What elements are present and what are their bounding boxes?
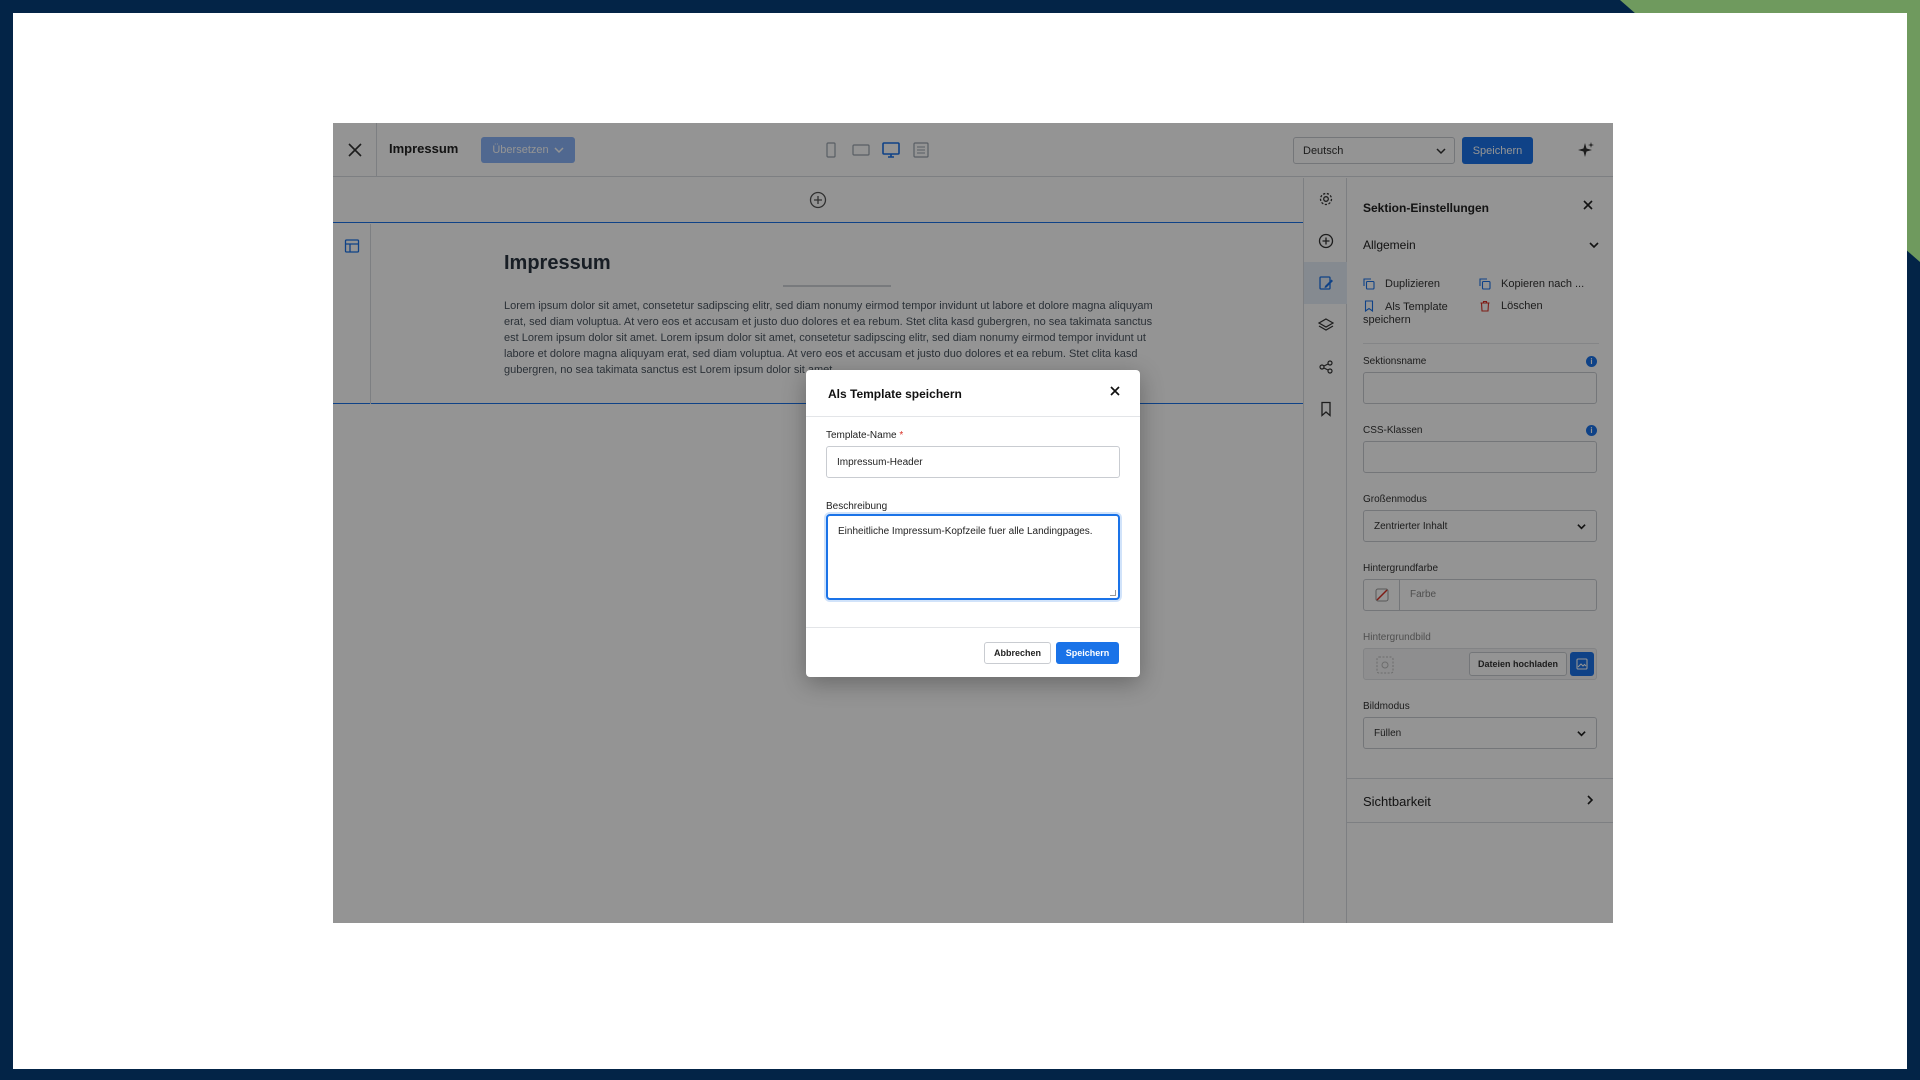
close-icon[interactable] (1110, 386, 1120, 396)
screen: Impressum Übersetzen Deutsch Speichern I… (13, 13, 1907, 1069)
template-name-input[interactable]: Impressum-Header (826, 446, 1120, 478)
template-name-label-text: Template-Name (826, 430, 897, 441)
template-name-label: Template-Name * (826, 430, 903, 441)
description-textarea[interactable]: Einheitliche Impressum-Kopfzeile fuer al… (826, 514, 1120, 600)
dialog-title: Als Template speichern (828, 387, 962, 401)
description-value: Einheitliche Impressum-Kopfzeile fuer al… (838, 526, 1093, 537)
dialog-save-button[interactable]: Speichern (1056, 642, 1119, 664)
description-label: Beschreibung (826, 501, 888, 512)
resize-handle[interactable] (1110, 590, 1116, 596)
required-mark: * (899, 430, 904, 441)
dialog-footer-divider (806, 627, 1140, 628)
dialog-header: Als Template speichern (806, 370, 1140, 417)
save-as-template-dialog: Als Template speichern Template-Name * I… (806, 370, 1140, 677)
cancel-button[interactable]: Abbrechen (984, 642, 1051, 664)
